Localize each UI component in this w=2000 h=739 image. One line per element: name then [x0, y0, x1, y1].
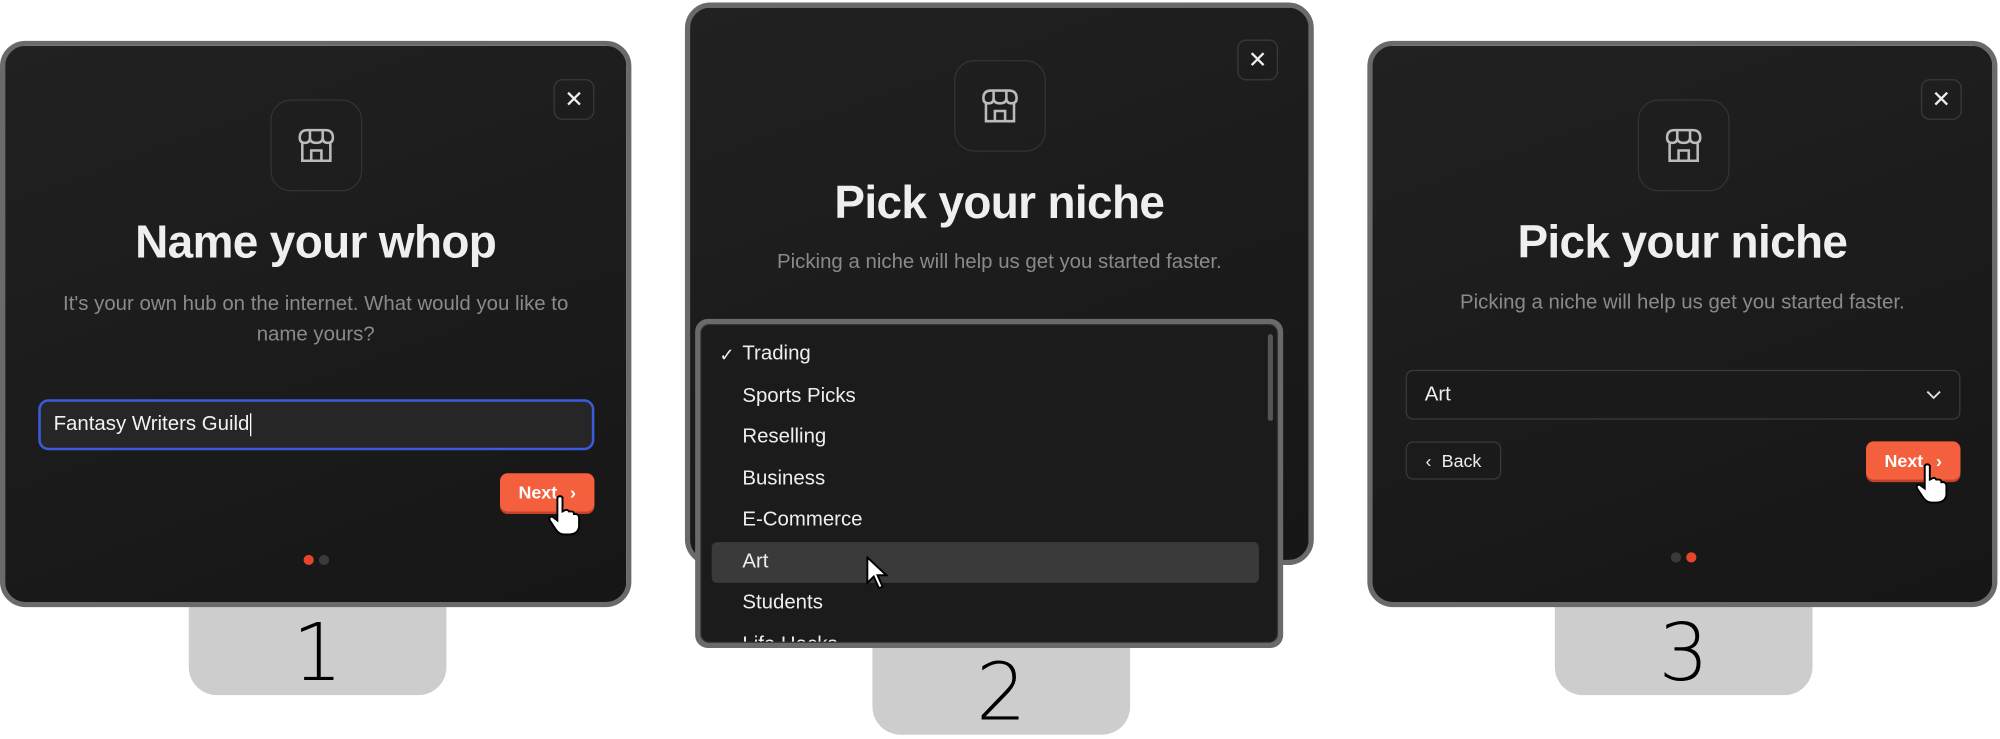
- option-business[interactable]: Business: [712, 459, 1259, 500]
- dialog-subtitle: Picking a niche will help us get you sta…: [1460, 292, 1905, 314]
- chevron-left-icon: ‹: [1425, 450, 1432, 471]
- text-caret: [249, 413, 251, 437]
- option-students[interactable]: Students: [712, 583, 1259, 624]
- scrollbar[interactable]: [1267, 334, 1273, 421]
- check-icon: ✓: [719, 343, 735, 365]
- step-number-tab: 3: [1554, 607, 1813, 698]
- niche-dropdown-list[interactable]: ✓ Trading Sports Picks Reselling Business…: [695, 318, 1284, 648]
- storefront-icon: [270, 99, 363, 192]
- close-icon: ✕: [1931, 86, 1951, 112]
- close-button[interactable]: ✕: [553, 79, 595, 120]
- option-life-hacks[interactable]: Life Hacks: [712, 624, 1259, 641]
- back-button[interactable]: ‹ Back: [1405, 441, 1502, 480]
- close-button[interactable]: ✕: [1920, 79, 1962, 120]
- close-icon: ✕: [1248, 46, 1268, 73]
- dialog-title: Pick your niche: [1517, 215, 1848, 268]
- storefront-icon: [954, 59, 1046, 152]
- chevron-down-icon: [1926, 390, 1941, 399]
- arrow-cursor-icon: [866, 556, 889, 590]
- close-icon: ✕: [564, 86, 584, 112]
- dialog-subtitle: It's your own hub on the internet. What …: [63, 293, 569, 346]
- pick-niche-dialog-selected: ✕ Pick your niche Picking a niche will h…: [1367, 40, 1998, 608]
- niche-select[interactable]: Art: [1405, 369, 1961, 420]
- whop-name-input[interactable]: Fantasy Writers Guild: [38, 399, 595, 451]
- option-trading[interactable]: ✓ Trading: [712, 334, 1259, 375]
- option-e-commerce[interactable]: E-Commerce: [712, 500, 1259, 541]
- back-label: Back: [1441, 450, 1482, 471]
- step-dot: [1670, 552, 1682, 563]
- option-reselling[interactable]: Reselling: [712, 417, 1259, 458]
- dialog-title: Pick your niche: [834, 176, 1165, 229]
- name-whop-dialog: ✕ Name your whop It's your own hub on th…: [0, 40, 632, 608]
- option-sports-picks[interactable]: Sports Picks: [712, 376, 1259, 417]
- close-button[interactable]: ✕: [1237, 39, 1279, 81]
- step-dot-active: [1686, 552, 1697, 563]
- hand-cursor-icon: [1915, 463, 1948, 504]
- step-dot: [318, 554, 330, 566]
- dialog-subtitle: Picking a niche will help us get you sta…: [776, 251, 1222, 273]
- storefront-icon: [1637, 99, 1730, 192]
- dialog-title: Name your whop: [135, 215, 497, 268]
- option-art[interactable]: Art: [711, 541, 1259, 583]
- step-dot-active: [303, 554, 314, 566]
- selected-value: Art: [1424, 383, 1451, 405]
- step-number-tab: 1: [188, 607, 447, 698]
- input-value: Fantasy Writers Guild: [53, 413, 250, 435]
- hand-cursor-icon: [548, 495, 581, 536]
- step-number-tab: 2: [872, 646, 1131, 738]
